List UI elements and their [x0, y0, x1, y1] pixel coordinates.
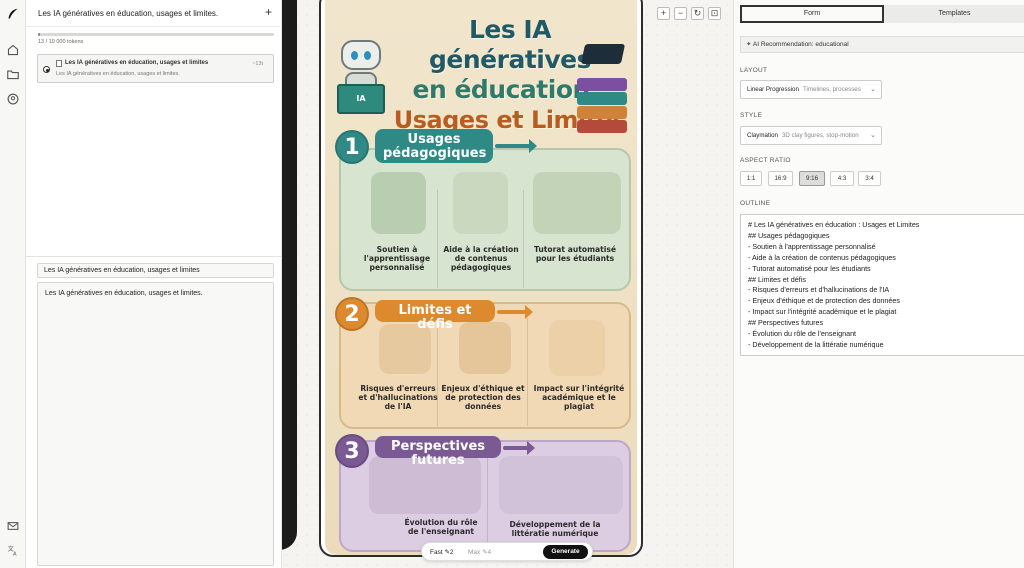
- no-copy-illustration: [549, 320, 605, 376]
- tab-form[interactable]: Form: [740, 5, 884, 23]
- aspect-option-4-3[interactable]: 4:3: [830, 171, 854, 186]
- document-icon: [56, 60, 62, 67]
- translate-icon[interactable]: 文A: [5, 542, 21, 558]
- section-2-title: Limites et défis: [375, 300, 495, 332]
- chevron-down-icon: ⌄: [870, 132, 876, 139]
- layout-description: Timelines, processes: [802, 86, 861, 93]
- tab-templates[interactable]: Templates: [884, 5, 1024, 23]
- token-usage-bar: [38, 33, 274, 36]
- chat-divider: [26, 256, 282, 257]
- generate-button[interactable]: Generate: [543, 545, 588, 559]
- chat-panel: Les IA génératives en éducation, usages …: [26, 0, 282, 568]
- previous-card: [282, 0, 297, 550]
- settings-panel: Form Templates ✦ AI Recommendation: educ…: [733, 0, 1024, 568]
- layout-label: LAYOUT: [740, 67, 768, 74]
- fit-view-button[interactable]: ⊡: [708, 7, 721, 20]
- robot-book-label: IA: [356, 94, 366, 103]
- style-select[interactable]: Claymation 3D clay figures, stop-motion ⌄: [740, 126, 882, 145]
- shield-lock-illustration: [459, 322, 511, 374]
- token-count: 13 / 10 000 tokens: [38, 39, 84, 45]
- usage-item-1: Soutien à l'apprentissage personnalisé: [363, 245, 431, 272]
- aspect-option-3-4[interactable]: 3:4: [858, 171, 881, 186]
- prompt-title-input[interactable]: Les IA génératives en éducation, usages …: [37, 263, 274, 278]
- ai-recommendation: ✦ AI Recommendation: educational: [740, 36, 1024, 53]
- feather-logo-icon[interactable]: [5, 6, 21, 22]
- perspective-item-2: Développement de la littératie numérique: [509, 520, 601, 538]
- section-1-arrow: [495, 139, 537, 153]
- panel-tabs: Form Templates: [740, 5, 1024, 23]
- student-laptop-illustration: [371, 172, 426, 234]
- books-illustration: [577, 44, 631, 134]
- outline-textarea[interactable]: # Les IA génératives en éducation : Usag…: [740, 214, 1024, 356]
- section-1-badge: 1: [335, 130, 369, 164]
- style-label: STYLE: [740, 112, 763, 119]
- layout-select[interactable]: Linear Progression Timelines, processes ⌄: [740, 80, 882, 99]
- preview-frame: IA Les IA génératives en éducation : Usa…: [319, 0, 643, 557]
- aspect-option-16-9[interactable]: 16:9: [768, 171, 793, 186]
- style-value: Claymation: [747, 132, 778, 139]
- aspect-option-9-16[interactable]: 9:16: [799, 171, 825, 186]
- limit-item-3: Impact sur l'intégrité académique et le …: [533, 384, 625, 411]
- style-description: 3D clay figures, stop-motion: [781, 132, 859, 139]
- section-2-badge: 2: [335, 297, 369, 331]
- conversation-name: Les IA génératives en éducation, usages …: [65, 60, 209, 66]
- left-rail: 文A: [0, 0, 26, 568]
- perspective-item-1: Évolution du rôle de l'enseignant: [404, 518, 478, 536]
- robot-tutor-illustration: [533, 172, 621, 234]
- prompt-body-textarea[interactable]: Les IA génératives en éducation, usages …: [37, 282, 274, 566]
- new-chat-button[interactable]: +: [265, 5, 272, 19]
- user-circle-icon[interactable]: [5, 91, 21, 107]
- aspect-option-1-1[interactable]: 1:1: [740, 171, 762, 186]
- preview-canvas: IA Les IA génératives en éducation : Usa…: [282, 0, 733, 568]
- section-2-arrow: [497, 305, 533, 319]
- section-usages: Soutien à l'apprentissage personnalisé A…: [339, 148, 631, 291]
- zoom-out-button[interactable]: −: [674, 7, 687, 20]
- limit-item-1: Risques d'erreurs et d'hallucinations de…: [358, 384, 438, 411]
- section-3-title: Perspectives futures: [375, 436, 501, 468]
- aspect-ratio-label: ASPECT RATIO: [740, 157, 791, 164]
- conversation-preview: Les IA génératives en éducation, usages …: [56, 71, 180, 77]
- laptop-globe-illustration: [499, 456, 623, 514]
- limit-item-2: Enjeux d'éthique et de protection des do…: [441, 384, 525, 411]
- robot-book: IA: [337, 84, 385, 114]
- zoom-in-button[interactable]: +: [657, 7, 670, 20]
- section-1-title: Usages pédagogiques: [375, 129, 493, 163]
- fast-mode-option[interactable]: Fast ✎2: [430, 548, 454, 556]
- conversation-item[interactable]: Les IA génératives en éducation, usages …: [37, 54, 274, 83]
- generate-bar: Fast ✎2 Max ✎4 Generate: [421, 542, 593, 561]
- mail-icon[interactable]: [5, 518, 21, 534]
- easel-illustration: [453, 172, 508, 234]
- infographic-poster: IA Les IA génératives en éducation : Usa…: [325, 0, 637, 555]
- max-mode-option[interactable]: Max ✎4: [468, 548, 491, 556]
- layout-value: Linear Progression: [747, 86, 799, 93]
- reset-view-button[interactable]: ↻: [691, 7, 704, 20]
- robot-illustration: IA: [335, 40, 387, 116]
- section-3-badge: 3: [335, 434, 369, 468]
- ai-recommendation-text: AI Recommendation: educational: [752, 41, 849, 48]
- token-usage-fill: [38, 33, 41, 36]
- outline-label: OUTLINE: [740, 200, 771, 207]
- chat-title: Les IA génératives en éducation, usages …: [38, 9, 219, 18]
- usage-item-2: Aide à la création de contenus pédagogiq…: [443, 245, 519, 272]
- chevron-down-icon: ⌄: [870, 86, 876, 93]
- conversation-radio[interactable]: [43, 66, 50, 73]
- chat-header: Les IA génératives en éducation, usages …: [26, 0, 282, 27]
- usage-item-3: Tutorat automatisé pour les étudiants: [533, 245, 617, 263]
- conversation-time: ~13t: [252, 61, 263, 67]
- section-3-arrow: [503, 441, 535, 455]
- home-icon[interactable]: [5, 42, 21, 58]
- folder-icon[interactable]: [5, 66, 21, 82]
- svg-text:A: A: [13, 551, 17, 556]
- sparkle-icon: ✦: [746, 41, 752, 48]
- graduation-cap-icon: [580, 44, 626, 64]
